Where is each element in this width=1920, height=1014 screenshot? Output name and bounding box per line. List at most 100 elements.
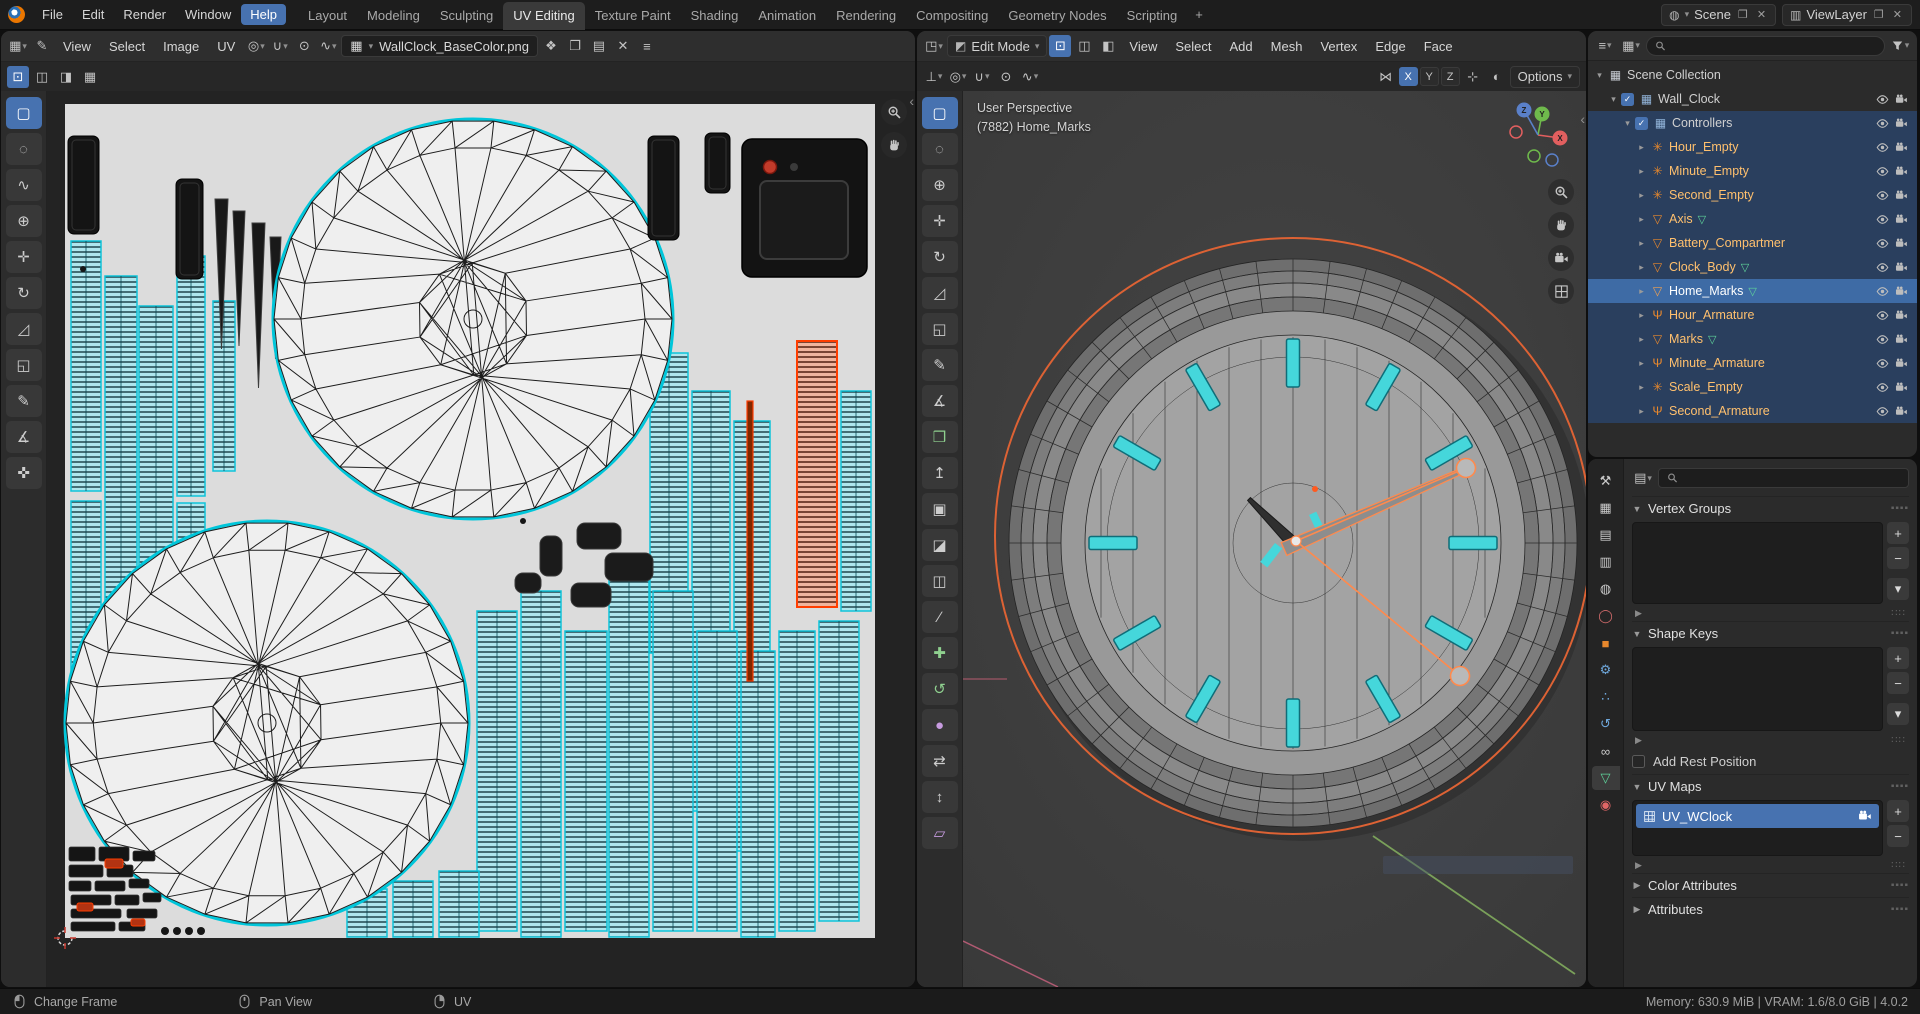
uv-tool-rotate[interactable]: ↻ xyxy=(5,277,42,309)
expand-arrow-icon[interactable]: ▾ xyxy=(1620,118,1635,129)
hide-in-viewport-toggle[interactable] xyxy=(1873,261,1892,274)
uv-tool-select-circle[interactable]: ◌ xyxy=(5,133,42,165)
vp-tool-add-cube[interactable]: ❒ xyxy=(921,421,958,453)
gizmo-z-axis[interactable]: Z xyxy=(1516,102,1532,118)
vp-tool-measure[interactable]: ∡ xyxy=(921,385,958,417)
properties-tab-object-data[interactable]: ▽ xyxy=(1591,766,1620,790)
viewport-ortho-toggle-button[interactable] xyxy=(1548,278,1574,304)
snapping-icon[interactable]: ∪ ▾ xyxy=(269,35,291,57)
workspace-tab-shading[interactable]: Shading xyxy=(681,2,749,30)
workspace-tab-scripting[interactable]: Scripting xyxy=(1117,2,1188,30)
outliner-row-wall-clock[interactable]: ▾ ✓ ▦ Wall_Clock xyxy=(1588,87,1917,111)
navigation-gizmo[interactable]: X Y Z xyxy=(1500,97,1576,173)
disable-in-renders-toggle[interactable] xyxy=(1892,285,1911,298)
disable-in-renders-toggle[interactable] xyxy=(1892,165,1911,178)
pivot-point-icon[interactable]: ◎ ▾ xyxy=(245,35,267,57)
uv-tool-scale[interactable]: ◿ xyxy=(5,313,42,345)
outliner-row-hour-armature[interactable]: ▸ Ψ Hour_Armature xyxy=(1588,303,1917,327)
uv-select-island[interactable]: ▦ xyxy=(79,66,101,88)
fake-user-icon[interactable]: ❖ xyxy=(540,35,562,57)
disable-in-renders-toggle[interactable] xyxy=(1892,261,1911,274)
outliner-row-minute-armature[interactable]: ▸ Ψ Minute_Armature xyxy=(1588,351,1917,375)
vp-tool-spin[interactable]: ↺ xyxy=(921,673,958,705)
disable-in-renders-toggle[interactable] xyxy=(1892,237,1911,250)
resize-grip[interactable]: ∷∷ xyxy=(1891,608,1906,619)
proportional-editing-icon[interactable]: ⊙ xyxy=(293,35,315,57)
outliner-search-input[interactable] xyxy=(1672,38,1876,53)
shape-keys-header[interactable]: ▼ Shape Keys ▪▪▪▪ xyxy=(1632,621,1909,645)
vp-tool-smooth[interactable]: ● xyxy=(921,709,958,741)
color-attributes-header[interactable]: ▶ Color Attributes ▪▪▪▪ xyxy=(1632,873,1909,897)
outliner-row-axis[interactable]: ▸ ▽ Axis ▽ xyxy=(1588,207,1917,231)
add-rest-position-checkbox[interactable] xyxy=(1632,754,1645,768)
expand-arrow-icon[interactable]: ▸ xyxy=(1634,262,1649,273)
outliner-row-hour-empty[interactable]: ▸ ✳ Hour_Empty xyxy=(1588,135,1917,159)
shape-key-add-button[interactable]: + xyxy=(1887,647,1909,669)
expand-arrow-icon[interactable]: ▸ xyxy=(1634,310,1649,321)
outliner-row-home-marks[interactable]: ▸ ▽ Home_Marks ▽ xyxy=(1588,279,1917,303)
viewport-menu-edge[interactable]: Edge xyxy=(1367,36,1413,57)
vp-tool-bevel[interactable]: ◪ xyxy=(921,529,958,561)
expand-arrow-icon[interactable]: ▸ xyxy=(1634,238,1649,249)
vp-tool-transform[interactable]: ◱ xyxy=(921,313,958,345)
hide-in-viewport-toggle[interactable] xyxy=(1873,381,1892,394)
properties-tab-scene[interactable]: ◍ xyxy=(1592,577,1620,601)
disable-in-renders-toggle[interactable] xyxy=(1892,381,1911,394)
uv-menu-view[interactable]: View xyxy=(55,36,99,57)
new-view-layer-icon[interactable]: ❐ xyxy=(1872,8,1886,21)
vp-tool-poly-build[interactable]: ✚ xyxy=(921,637,958,669)
properties-tab-constraints[interactable]: ∞ xyxy=(1592,739,1620,763)
panel-drag-handle[interactable]: ▪▪▪▪ xyxy=(1891,904,1909,915)
mode-selector[interactable]: ◩ Edit Mode ▾ xyxy=(947,35,1048,57)
overlays-icon[interactable]: ◐ xyxy=(1486,66,1508,88)
vp-tool-move[interactable]: ✛ xyxy=(921,205,958,237)
viewport-camera-view-button[interactable] xyxy=(1548,245,1574,271)
vertex-group-add-button[interactable]: + xyxy=(1887,522,1909,544)
viewport-canvas[interactable] xyxy=(963,91,1586,987)
vp-tool-cursor-3d[interactable]: ⊕ xyxy=(921,169,958,201)
annotate-pen-icon[interactable]: ✎ xyxy=(31,35,53,57)
outliner-row-scene-collection[interactable]: ▾ ▦ Scene Collection xyxy=(1588,63,1917,87)
uv-menu-select[interactable]: Select xyxy=(101,36,153,57)
uv-tool-annotate[interactable]: ✎ xyxy=(5,385,42,417)
uv-tool-transform[interactable]: ◱ xyxy=(5,349,42,381)
disable-in-renders-toggle[interactable] xyxy=(1892,141,1911,154)
uv-menu-uv[interactable]: UV xyxy=(209,36,243,57)
disable-in-renders-toggle[interactable] xyxy=(1892,213,1911,226)
remove-view-layer-icon[interactable]: ✕ xyxy=(1891,8,1904,21)
hide-in-viewport-toggle[interactable] xyxy=(1873,309,1892,322)
workspace-tab-uv-editing[interactable]: UV Editing xyxy=(503,1,585,30)
vp-tool-scale[interactable]: ◿ xyxy=(921,277,958,309)
outliner-filter-display-button[interactable]: ▦ ▾ xyxy=(1620,35,1642,57)
properties-tab-render[interactable]: ▦ xyxy=(1592,496,1620,520)
vp-tool-annotate[interactable]: ✎ xyxy=(921,349,958,381)
uv-zoom-button[interactable] xyxy=(881,99,907,125)
uv-collapse-chevron-icon[interactable]: ‹ xyxy=(909,93,914,109)
vertex-select-mode[interactable]: ⊡ xyxy=(1049,35,1072,57)
outliner-filter-funnel-button[interactable]: ▾ xyxy=(1889,35,1911,57)
vp-tool-inset-faces[interactable]: ▣ xyxy=(921,493,958,525)
gizmo-z-neg-axis[interactable] xyxy=(1545,153,1559,167)
hide-in-viewport-toggle[interactable] xyxy=(1873,141,1892,154)
uv-tool-move[interactable]: ✛ xyxy=(5,241,42,273)
panel-drag-handle[interactable]: ▪▪▪▪ xyxy=(1891,628,1909,639)
new-scene-icon[interactable]: ❐ xyxy=(1736,8,1750,21)
attributes-header[interactable]: ▶ Attributes ▪▪▪▪ xyxy=(1632,897,1909,921)
vp-tool-select-box[interactable]: ▢ xyxy=(921,97,958,129)
shape-key-specials-button[interactable]: ▾ xyxy=(1887,703,1909,725)
panel-drag-handle[interactable]: ▪▪▪▪ xyxy=(1891,503,1909,514)
shape-key-remove-button[interactable]: − xyxy=(1887,672,1909,694)
hide-in-viewport-toggle[interactable] xyxy=(1873,165,1892,178)
vp-tool-select-circle[interactable]: ◌ xyxy=(921,133,958,165)
vertex-group-remove-button[interactable]: − xyxy=(1887,547,1909,569)
resize-grip[interactable]: ∷∷ xyxy=(1891,735,1906,746)
menu-edit[interactable]: Edit xyxy=(73,4,113,25)
mesh-symmetry-icon[interactable]: ⋈ xyxy=(1375,66,1397,88)
image-menu-icon[interactable]: ≡ xyxy=(636,35,658,57)
unlink-image-icon[interactable]: ✕ xyxy=(612,35,634,57)
panel-drag-handle[interactable]: ▪▪▪▪ xyxy=(1891,880,1909,891)
properties-tab-physics[interactable]: ↺ xyxy=(1592,712,1620,736)
properties-editor-type-button[interactable]: ▤ ▾ xyxy=(1632,467,1654,489)
mirror-z-toggle[interactable]: Z xyxy=(1440,67,1460,86)
viewport-menu-add[interactable]: Add xyxy=(1222,36,1261,57)
